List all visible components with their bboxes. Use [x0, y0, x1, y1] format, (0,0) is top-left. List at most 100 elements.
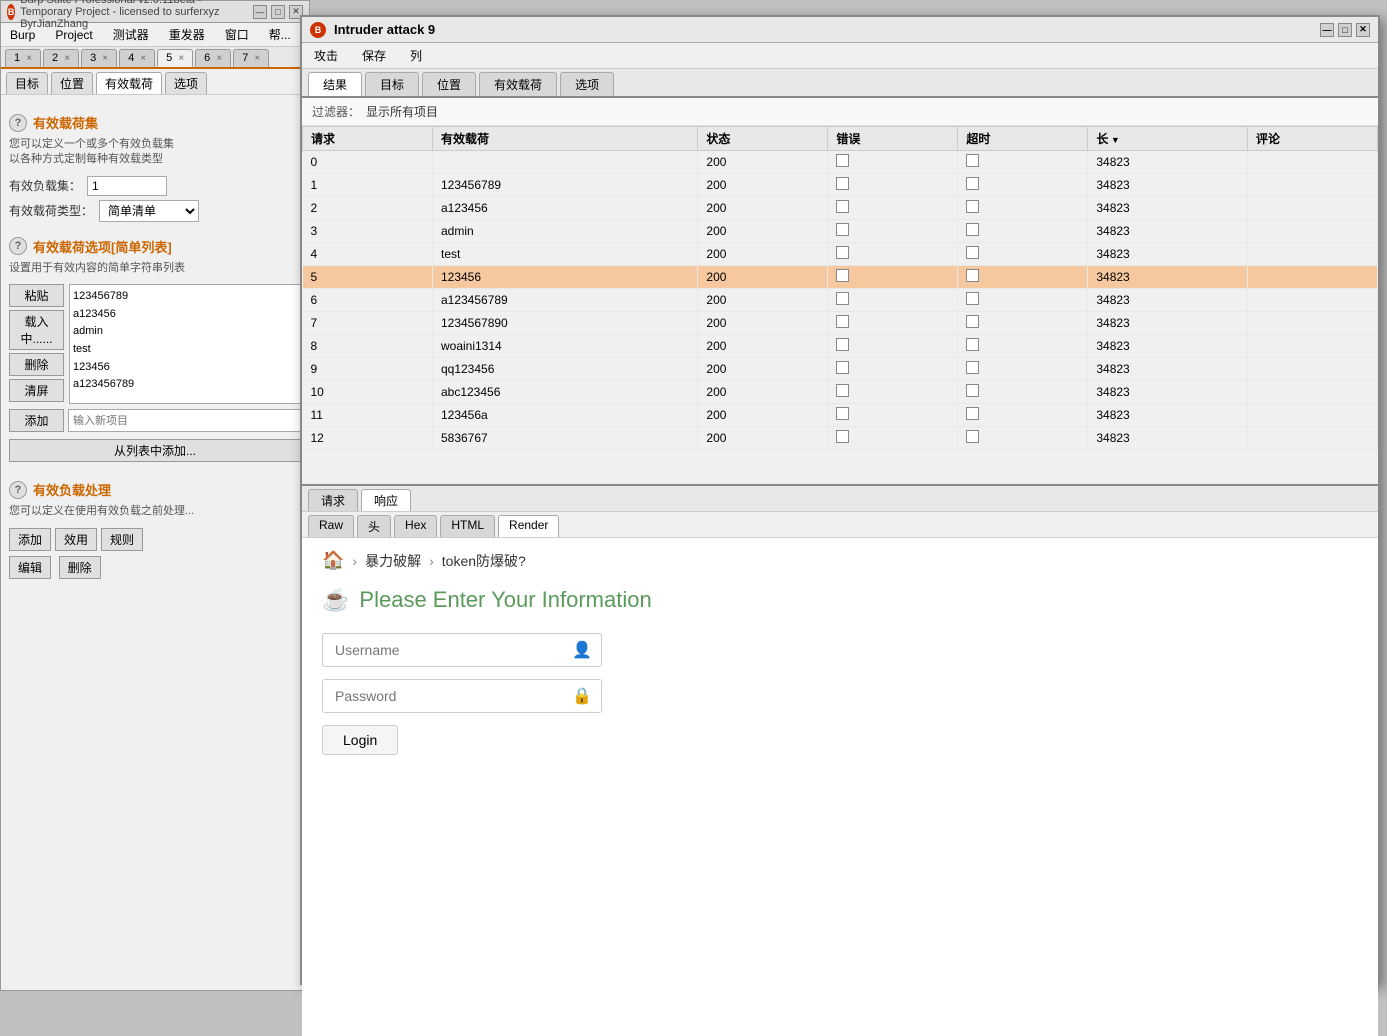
timeout-checkbox[interactable] [966, 177, 979, 190]
breadcrumb-brute-force[interactable]: 暴力破解 [365, 551, 421, 571]
maximize-button[interactable]: □ [271, 5, 285, 19]
col-request[interactable]: 请求 [303, 127, 433, 151]
error-checkbox[interactable] [836, 200, 849, 213]
table-row[interactable]: 1 123456789 200 34823 [303, 174, 1378, 197]
subtab-target[interactable]: 目标 [6, 72, 48, 94]
error-checkbox[interactable] [836, 154, 849, 167]
timeout-checkbox[interactable] [966, 200, 979, 213]
error-checkbox[interactable] [836, 430, 849, 443]
breadcrumb-token[interactable]: token防爆破? [442, 551, 526, 571]
html-tab[interactable]: HTML [440, 515, 495, 537]
payload-set-help-icon[interactable]: ? [9, 114, 27, 132]
tab-2[interactable]: 2 × [43, 49, 79, 67]
table-row[interactable]: 4 test 200 34823 [303, 243, 1378, 266]
tab-6[interactable]: 6 × [195, 49, 231, 67]
table-row[interactable]: 8 woaini1314 200 34823 [303, 335, 1378, 358]
head-tab[interactable]: 头 [357, 515, 391, 537]
menu-window[interactable]: 窗口 [221, 24, 253, 45]
username-input[interactable] [322, 633, 602, 667]
table-row[interactable]: 12 5836767 200 34823 [303, 427, 1378, 450]
error-checkbox[interactable] [836, 407, 849, 420]
col-comment[interactable]: 评论 [1247, 127, 1377, 151]
col-error[interactable]: 错误 [828, 127, 958, 151]
timeout-checkbox[interactable] [966, 338, 979, 351]
timeout-checkbox[interactable] [966, 430, 979, 443]
tab-target[interactable]: 目标 [365, 72, 419, 96]
processing-help-icon[interactable]: ? [9, 481, 27, 499]
menu-burp[interactable]: Burp [6, 26, 39, 44]
error-checkbox[interactable] [836, 223, 849, 236]
response-tab[interactable]: 响应 [361, 489, 411, 511]
tab-7[interactable]: 7 × [233, 49, 269, 67]
request-tab[interactable]: 请求 [308, 489, 358, 511]
subtab-options[interactable]: 选项 [165, 72, 207, 94]
menu-project[interactable]: Project [51, 26, 96, 44]
tab-options[interactable]: 选项 [560, 72, 614, 96]
attack-menu[interactable]: 攻击 [310, 45, 342, 66]
subtab-payload[interactable]: 有效载荷 [96, 72, 162, 94]
error-checkbox[interactable] [836, 361, 849, 374]
from-list-button[interactable]: 从列表中添加... [9, 439, 301, 462]
list-item[interactable]: admin [73, 323, 297, 341]
timeout-checkbox[interactable] [966, 154, 979, 167]
list-item[interactable]: 123456789 [73, 288, 297, 306]
timeout-checkbox[interactable] [966, 269, 979, 282]
timeout-checkbox[interactable] [966, 361, 979, 374]
error-checkbox[interactable] [836, 177, 849, 190]
table-row[interactable]: 5 123456 200 34823 [303, 266, 1378, 289]
login-button[interactable]: Login [322, 725, 398, 755]
payload-set-input[interactable] [87, 176, 167, 196]
tab-results[interactable]: 结果 [308, 72, 362, 96]
col-payload[interactable]: 有效载荷 [432, 127, 697, 151]
intruder-maximize[interactable]: □ [1338, 23, 1352, 37]
clear-button[interactable]: 清屏 [9, 379, 64, 402]
paste-button[interactable]: 粘贴 [9, 284, 64, 307]
load-button[interactable]: 载入中...... [9, 310, 64, 350]
error-checkbox[interactable] [836, 315, 849, 328]
timeout-checkbox[interactable] [966, 384, 979, 397]
delete-button[interactable]: 删除 [9, 353, 64, 376]
password-input[interactable] [322, 679, 602, 713]
timeout-checkbox[interactable] [966, 407, 979, 420]
error-checkbox[interactable] [836, 338, 849, 351]
edit-button[interactable]: 编辑 [9, 556, 51, 579]
render-tab[interactable]: Render [498, 515, 559, 537]
intruder-minimize[interactable]: — [1320, 23, 1334, 37]
proc-delete-button[interactable]: 删除 [59, 556, 101, 579]
menu-tester[interactable]: 测试器 [109, 24, 153, 45]
hex-tab[interactable]: Hex [394, 515, 437, 537]
minimize-button[interactable]: — [253, 5, 267, 19]
table-row[interactable]: 2 a123456 200 34823 [303, 197, 1378, 220]
proc-add-button[interactable]: 添加 [9, 528, 51, 551]
tab-4[interactable]: 4 × [119, 49, 155, 67]
proc-rules-button[interactable]: 规则 [101, 528, 143, 551]
col-length[interactable]: 长 [1088, 127, 1248, 151]
add-item-input[interactable] [68, 409, 301, 432]
subtab-position[interactable]: 位置 [51, 72, 93, 94]
intruder-close[interactable]: ✕ [1356, 23, 1370, 37]
col-timeout[interactable]: 超时 [958, 127, 1088, 151]
tab-3[interactable]: 3 × [81, 49, 117, 67]
timeout-checkbox[interactable] [966, 315, 979, 328]
error-checkbox[interactable] [836, 246, 849, 259]
table-row[interactable]: 9 qq123456 200 34823 [303, 358, 1378, 381]
payload-options-help-icon[interactable]: ? [9, 237, 27, 255]
table-row[interactable]: 7 1234567890 200 34823 [303, 312, 1378, 335]
home-icon[interactable]: 🏠 [322, 550, 344, 571]
table-row[interactable]: 6 a123456789 200 34823 [303, 289, 1378, 312]
list-item[interactable]: a123456789 [73, 376, 297, 394]
table-row[interactable]: 3 admin 200 34823 [303, 220, 1378, 243]
timeout-checkbox[interactable] [966, 246, 979, 259]
timeout-checkbox[interactable] [966, 223, 979, 236]
proc-effect-button[interactable]: 效用 [55, 528, 97, 551]
tab-1[interactable]: 1 × [5, 49, 41, 67]
error-checkbox[interactable] [836, 292, 849, 305]
table-row[interactable]: 10 abc123456 200 34823 [303, 381, 1378, 404]
timeout-checkbox[interactable] [966, 292, 979, 305]
menu-repeater[interactable]: 重发器 [165, 24, 209, 45]
table-row[interactable]: 0 200 34823 [303, 151, 1378, 174]
list-item[interactable]: 123456 [73, 359, 297, 377]
error-checkbox[interactable] [836, 384, 849, 397]
payload-type-select[interactable]: 简单清单 [99, 200, 199, 222]
table-row[interactable]: 11 123456a 200 34823 [303, 404, 1378, 427]
